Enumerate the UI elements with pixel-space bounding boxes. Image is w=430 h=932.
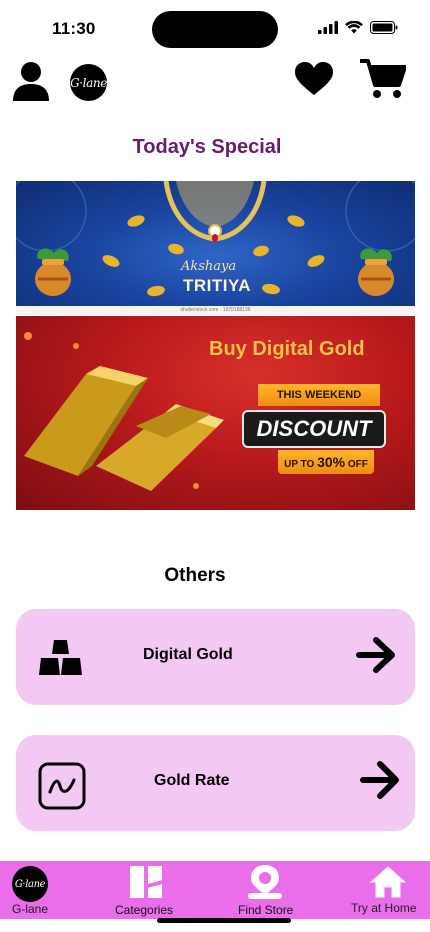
digital-gold-label: Digital Gold — [143, 646, 233, 663]
logo-text: G·lane — [70, 75, 107, 90]
nav-label-categories: Categories — [115, 903, 174, 917]
nav-label-try-at-home: Try at Home — [351, 901, 417, 915]
gold-bars-illustration — [24, 332, 224, 491]
chart-line-icon — [38, 762, 86, 810]
status-time: 11:30 — [52, 19, 96, 38]
others-title: Others — [164, 565, 226, 586]
gold-rate-card[interactable]: Gold Rate — [16, 735, 415, 831]
buy-digital-gold-headline: Buy Digital Gold — [209, 338, 365, 360]
wishlist-heart-icon[interactable] — [295, 62, 333, 96]
banner-background: Akshaya TRITIYA — [16, 181, 415, 306]
dynamic-island — [152, 11, 278, 48]
cart-icon[interactable] — [360, 59, 406, 99]
wifi-icon — [345, 21, 363, 34]
nav-label-find-store: Find Store — [238, 903, 294, 917]
store-locator-icon — [248, 865, 282, 899]
digital-gold-discount-banner[interactable]: Buy Digital Gold THIS WEEKEND DISCOUNT U… — [16, 316, 415, 510]
nav-item-categories[interactable]: Categories — [114, 861, 180, 919]
status-icons — [318, 21, 398, 34]
discount-label: DISCOUNT — [242, 410, 386, 448]
image-credit: shutterstock.com · 1970188136 — [16, 306, 415, 315]
gold-rate-label: Gold Rate — [154, 772, 230, 789]
app-header: G·lane — [0, 58, 430, 108]
home-indicator — [157, 918, 291, 923]
nav-item-glane[interactable]: G·lane G-lane — [8, 861, 52, 919]
battery-icon — [370, 21, 398, 34]
arrow-right-icon[interactable] — [360, 761, 401, 799]
arrow-right-icon[interactable] — [356, 637, 397, 673]
upto-prefix: UP TO — [284, 459, 318, 470]
upto-value: 30% — [317, 454, 346, 470]
akshaya-text: Akshaya — [181, 259, 237, 274]
home-icon — [370, 866, 406, 898]
akshaya-tritiya-banner[interactable]: Akshaya TRITIYA shutterstock.com · 19701… — [16, 181, 415, 315]
this-weekend-tag: THIS WEEKEND — [258, 384, 380, 406]
categories-icon — [130, 866, 162, 898]
nav-item-find-store[interactable]: Find Store — [236, 861, 298, 919]
nav-label-glane: G-lane — [12, 902, 49, 916]
logo-icon: G·lane — [12, 866, 48, 902]
profile-icon[interactable] — [12, 61, 50, 101]
logo-icon-text: G·lane — [14, 878, 46, 890]
gold-bars-icon — [39, 640, 82, 675]
tritiya-text: TRITIYA — [183, 276, 252, 295]
signal-icon — [318, 21, 338, 34]
upto-offer-tag: UP TO 30% OFF — [278, 450, 374, 474]
todays-special-title: Today's Special — [132, 136, 282, 158]
digital-gold-card[interactable]: Digital Gold — [16, 609, 415, 705]
bottom-nav: G·lane G-lane Categories Find Store Try … — [0, 861, 430, 919]
nav-item-try-at-home[interactable]: Try at Home — [350, 861, 424, 919]
status-bar: 11:30 — [0, 0, 430, 58]
upto-suffix: OFF — [345, 459, 368, 470]
brand-logo[interactable]: G·lane — [70, 64, 107, 101]
